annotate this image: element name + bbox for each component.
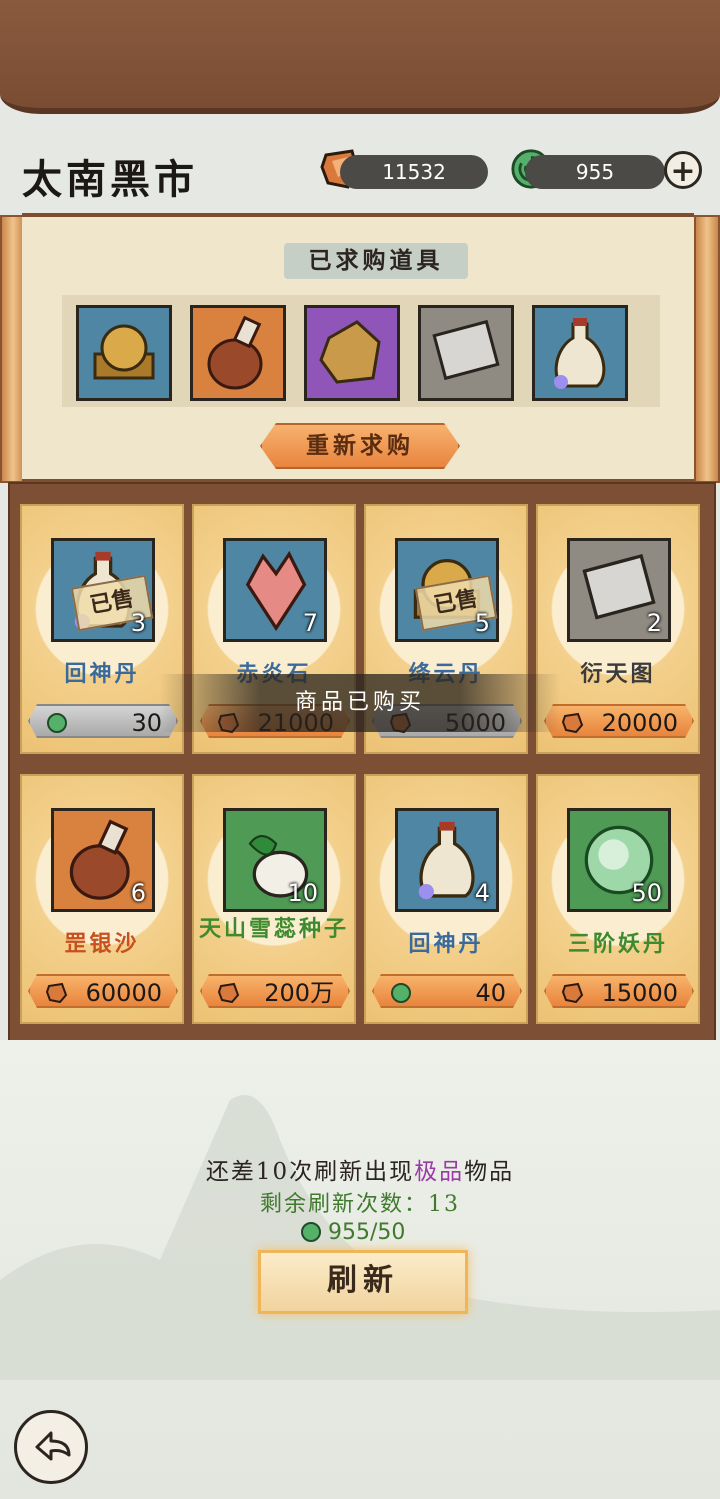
jade-currency-icon bbox=[301, 1222, 321, 1242]
item-quantity: 7 bbox=[302, 609, 318, 637]
shop-item-card[interactable]: 6 罡银沙 60000 bbox=[20, 774, 184, 1024]
rare-item-hint: 还差10次刷新出现极品物品 bbox=[0, 1152, 720, 1186]
shop-item-card[interactable]: 10 天山雪蕊种子 200万 bbox=[192, 774, 356, 1024]
scroll-paper: 已求购道具 重新求购 bbox=[22, 213, 694, 483]
white-vase-icon: 4 bbox=[395, 808, 499, 912]
purchased-items-scroll: 已求购道具 重新求购 bbox=[0, 207, 720, 483]
shop-item-card[interactable]: 50 三阶妖丹 15000 bbox=[536, 774, 700, 1024]
item-quantity: 3 bbox=[130, 609, 146, 637]
white-vase-icon: 已售 3 bbox=[51, 538, 155, 642]
red-crystal-icon: 7 bbox=[223, 538, 327, 642]
item-name: 罡银沙 bbox=[64, 931, 140, 957]
item-price: 20000 bbox=[601, 709, 678, 737]
item-quantity: 50 bbox=[631, 879, 662, 907]
header: 太南黑市 11532 955 + bbox=[0, 125, 720, 215]
add-currency-button[interactable]: + bbox=[664, 151, 702, 189]
green-orb-icon: 50 bbox=[567, 808, 671, 912]
item-name: 衍天图 bbox=[580, 661, 656, 687]
hint-suffix: 物品 bbox=[464, 1159, 515, 1185]
price-tag: 30 bbox=[28, 704, 178, 738]
item-price: 30 bbox=[131, 709, 162, 737]
purchased-items-row bbox=[62, 295, 660, 407]
price-tag: 40 bbox=[372, 974, 522, 1008]
gold-ore-icon bbox=[304, 305, 400, 401]
purchase-toast: 商品已购买 bbox=[160, 674, 560, 732]
refresh-cost: 955/50 bbox=[300, 1220, 405, 1245]
scroll-map-icon bbox=[418, 305, 514, 401]
item-quantity: 4 bbox=[474, 879, 490, 907]
item-quantity: 10 bbox=[287, 879, 318, 907]
shop-item-card[interactable]: 4 回神丹 40 bbox=[364, 774, 528, 1024]
shop-item-card[interactable]: 2 衍天图 20000 bbox=[536, 504, 700, 754]
ore-currency-icon bbox=[562, 982, 584, 1004]
item-price: 40 bbox=[475, 979, 506, 1007]
scroll-title: 已求购道具 bbox=[284, 243, 468, 279]
item-quantity: 5 bbox=[474, 609, 490, 637]
item-quantity: 6 bbox=[130, 879, 146, 907]
item-price: 60000 bbox=[85, 979, 162, 1007]
shop-grid: 已售 3 回神丹 30 7 赤炎石 21000 已售 5 绛云丹 5000 bbox=[8, 482, 716, 1042]
item-price: 15000 bbox=[601, 979, 678, 1007]
hint-highlight: 极品 bbox=[414, 1159, 465, 1185]
back-arrow-icon bbox=[35, 1431, 71, 1461]
item-quantity: 2 bbox=[646, 609, 662, 637]
scroll-map-icon: 2 bbox=[567, 538, 671, 642]
jade-currency-icon bbox=[47, 713, 67, 733]
back-button[interactable] bbox=[14, 1410, 88, 1484]
price-tag: 60000 bbox=[28, 974, 178, 1008]
price-tag: 20000 bbox=[544, 704, 694, 738]
item-name: 天山雪蕊种子 bbox=[198, 916, 349, 942]
ore-currency-icon bbox=[562, 712, 584, 734]
price-tag: 15000 bbox=[544, 974, 694, 1008]
item-name: 三阶妖丹 bbox=[567, 931, 668, 957]
item-price: 200万 bbox=[264, 979, 334, 1007]
remaining-refreshes: 剩余刷新次数：13 bbox=[260, 1192, 460, 1217]
white-vase-icon bbox=[532, 305, 628, 401]
seed-pouch-icon: 10 bbox=[223, 808, 327, 912]
price-tag: 200万 bbox=[200, 974, 350, 1008]
rebuy-button[interactable]: 重新求购 bbox=[260, 423, 460, 469]
scroll-rod-right bbox=[694, 215, 720, 483]
golden-orb-box-icon bbox=[76, 305, 172, 401]
ore-currency-icon bbox=[46, 982, 68, 1004]
ore-currency-icon bbox=[218, 982, 240, 1004]
gourd-bottle-icon bbox=[190, 305, 286, 401]
ore-amount: 11532 bbox=[340, 155, 488, 189]
golden-orb-box-icon: 已售 5 bbox=[395, 538, 499, 642]
top-frame bbox=[0, 0, 720, 114]
hint-prefix: 还差10次刷新出现 bbox=[205, 1159, 415, 1185]
item-name: 回神丹 bbox=[64, 661, 140, 687]
page-title: 太南黑市 bbox=[22, 156, 198, 203]
item-name: 回神丹 bbox=[408, 931, 484, 957]
refresh-cost-value: 955/50 bbox=[328, 1220, 406, 1245]
refresh-button[interactable]: 刷新 bbox=[258, 1250, 468, 1314]
gourd-bottle-icon: 6 bbox=[51, 808, 155, 912]
jade-amount: 955 bbox=[525, 155, 665, 189]
jade-currency-icon bbox=[391, 983, 411, 1003]
